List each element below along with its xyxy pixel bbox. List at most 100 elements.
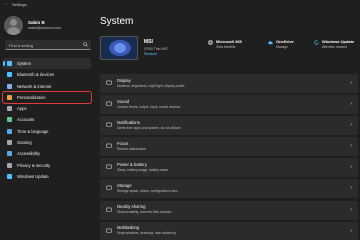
sidebar-item-apps[interactable]: Apps <box>3 103 91 114</box>
settings-row-title: Power & battery <box>117 161 147 167</box>
settings-row-focus[interactable]: Focus Reduce distractions › <box>100 137 358 157</box>
sidebar-item-label: Apps <box>17 106 27 112</box>
settings-row-title: Storage <box>117 182 132 188</box>
multitask-icon <box>106 228 112 233</box>
service-subtitle: View benefits <box>216 45 236 49</box>
monitor-icon <box>106 80 112 85</box>
sidebar-item-bluetooth-devices[interactable]: Bluetooth & devices <box>3 69 91 80</box>
sidebar-item-label: Accounts <box>17 117 35 123</box>
rename-link[interactable]: Rename <box>144 52 157 56</box>
window-title: Settings <box>12 2 27 7</box>
settings-row-storage[interactable]: Storage Storage space, drives, configurat… <box>100 179 358 199</box>
service-subtitle: Manage <box>276 45 288 49</box>
main-content: System MSI GF63 Thin 9SC Rename Microsof… <box>92 10 360 240</box>
device-card: MSI GF63 Thin 9SC Rename Microsoft 365 V… <box>100 36 360 64</box>
chevron-right-icon: › <box>350 80 352 86</box>
sidebar-nav: System Bluetooth & devices Network & inter… <box>2 58 92 182</box>
sidebar-item-personalization[interactable]: Personalization <box>2 90 92 105</box>
speaker-icon <box>106 101 112 106</box>
back-arrow-icon[interactable]: ← <box>4 2 9 7</box>
settings-row-subtitle: Discoverability, received files location <box>117 210 172 215</box>
settings-row-subtitle: Monitors, brightness, night light, displ… <box>117 83 185 88</box>
settings-row-title: Nearby sharing <box>117 204 146 210</box>
sidebar-item-gaming[interactable]: Gaming <box>3 137 91 148</box>
sidebar-item-label: Bluetooth & devices <box>17 72 55 78</box>
wifi-icon <box>7 83 12 89</box>
settings-row-subtitle: Reduce distractions <box>117 146 146 151</box>
sidebar-item-network-internet[interactable]: Network & internet <box>3 81 91 92</box>
sidebar-item-label: Accessibility <box>17 151 40 157</box>
chevron-right-icon: › <box>350 206 352 213</box>
globe-icon <box>7 128 12 134</box>
search-placeholder: Find a setting <box>9 42 34 48</box>
bell-icon <box>106 122 112 127</box>
avatar <box>4 16 23 35</box>
settings-row-title: Sound <box>117 98 130 104</box>
chevron-right-icon: › <box>350 164 352 171</box>
device-name: MSI <box>144 39 153 45</box>
apps-icon <box>7 106 12 112</box>
chevron-right-icon: › <box>350 143 352 150</box>
settings-row-subtitle: Sleep, battery usage, battery saver <box>117 167 169 172</box>
brush-icon <box>7 94 12 100</box>
settings-row-power-battery[interactable]: Power & battery Sleep, battery usage, bat… <box>100 158 358 178</box>
settings-row-nearby-sharing[interactable]: Nearby sharing Discoverability, received … <box>100 200 358 220</box>
update-icon <box>7 173 12 179</box>
page-title: System <box>100 16 134 27</box>
sidebar-item-accessibility[interactable]: Accessibility <box>3 148 91 159</box>
sidebar-item-label: Windows Update <box>17 173 49 179</box>
device-model: GF63 Thin 9SC <box>144 47 169 51</box>
sidebar-item-label: Personalization <box>17 94 46 100</box>
settings-row-title: Notifications <box>117 119 140 125</box>
storage-icon <box>106 186 112 191</box>
sidebar-item-accounts[interactable]: Accounts <box>3 114 91 125</box>
bluetooth-icon <box>7 72 12 78</box>
settings-row-notifications[interactable]: Notifications Alerts from apps and system… <box>100 116 358 136</box>
settings-row-subtitle: Volume levels, output, input, sound devi… <box>117 104 181 109</box>
service-title: Microsoft 365 <box>216 39 242 44</box>
service-title: OneDrive <box>276 39 294 44</box>
sidebar-item-privacy-security[interactable]: Privacy & security <box>3 160 91 171</box>
settings-row-subtitle: Alerts from apps and system, do not dist… <box>117 125 181 130</box>
settings-row-display[interactable]: Display Monitors, brightness, night light… <box>100 74 358 93</box>
sidebar-item-system[interactable]: System <box>3 58 91 70</box>
settings-row-title: Multitasking <box>117 225 140 231</box>
search-input[interactable]: Find a setting <box>5 40 91 50</box>
sidebar: Sabin B sabin@kotscom.com Find a setting… <box>0 10 92 240</box>
sidebar-item-time-language[interactable]: Time & language <box>3 126 91 137</box>
sidebar-item-label: Time & language <box>17 128 49 134</box>
user-name: Sabin B <box>28 20 45 25</box>
settings-row-subtitle: Storage space, drives, configuration rul… <box>117 188 178 193</box>
settings-list: Display Monitors, brightness, night light… <box>100 74 358 240</box>
search-icon[interactable] <box>83 42 88 47</box>
office-icon <box>208 40 213 45</box>
service-title: Windows Update <box>322 39 355 44</box>
sidebar-item-label: Privacy & security <box>17 162 51 168</box>
cloud-icon <box>268 41 273 45</box>
user-email: sabin@kotscom.com <box>28 26 62 30</box>
device-wallpaper-thumbnail <box>100 36 138 60</box>
title-bar: ← Settings <box>0 0 360 10</box>
chevron-right-icon: › <box>350 122 352 129</box>
chevron-right-icon: › <box>350 185 352 192</box>
gamepad-icon <box>7 140 12 146</box>
monitor-icon <box>7 61 12 66</box>
settings-row-title: Focus <box>117 140 129 146</box>
sidebar-item-label: Network & internet <box>17 83 52 89</box>
user-profile[interactable]: Sabin B sabin@kotscom.com <box>4 14 92 38</box>
sidebar-item-label: Gaming <box>17 140 32 146</box>
service-subtitle: Attention needed <box>322 45 347 49</box>
sidebar-item-label: System <box>17 61 31 66</box>
person-icon <box>7 117 12 123</box>
settings-row-title: Display <box>117 77 131 83</box>
update-icon <box>314 40 319 45</box>
share-icon <box>106 207 112 212</box>
settings-row-subtitle: Snap windows, desktops, task switching <box>117 231 176 236</box>
focus-icon <box>106 143 112 149</box>
chevron-right-icon: › <box>350 101 352 108</box>
settings-row-sound[interactable]: Sound Volume levels, output, input, sound… <box>100 95 358 115</box>
power-icon <box>106 164 112 170</box>
shield-icon <box>7 162 12 168</box>
settings-row-multitasking[interactable]: Multitasking Snap windows, desktops, task… <box>100 221 358 240</box>
sidebar-item-windows-update[interactable]: Windows Update <box>3 171 91 182</box>
